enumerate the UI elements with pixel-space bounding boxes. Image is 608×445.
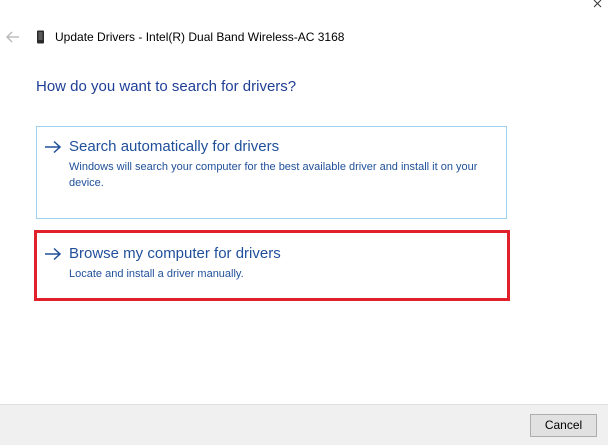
close-icon[interactable]	[586, 0, 608, 16]
page-heading: How do you want to search for drivers?	[36, 78, 297, 95]
device-icon	[37, 30, 44, 44]
browse-my-computer-title: Browse my computer for drivers	[69, 245, 281, 262]
window-title: Update Drivers - Intel(R) Dual Band Wire…	[55, 30, 345, 44]
arrow-right-icon	[45, 247, 62, 261]
search-automatically-description: Windows will search your computer for th…	[69, 161, 478, 189]
browse-my-computer-option[interactable]: Browse my computer for drivers Locate an…	[36, 233, 507, 304]
dialog-footer: Cancel	[0, 404, 608, 445]
search-automatically-title: Search automatically for drivers	[69, 138, 280, 155]
back-arrow-icon[interactable]	[5, 29, 21, 45]
cancel-button[interactable]: Cancel	[530, 414, 597, 437]
arrow-right-icon	[45, 140, 62, 154]
browse-my-computer-description: Locate and install a driver manually.	[69, 268, 244, 280]
search-automatically-option[interactable]: Search automatically for drivers Windows…	[36, 126, 507, 219]
